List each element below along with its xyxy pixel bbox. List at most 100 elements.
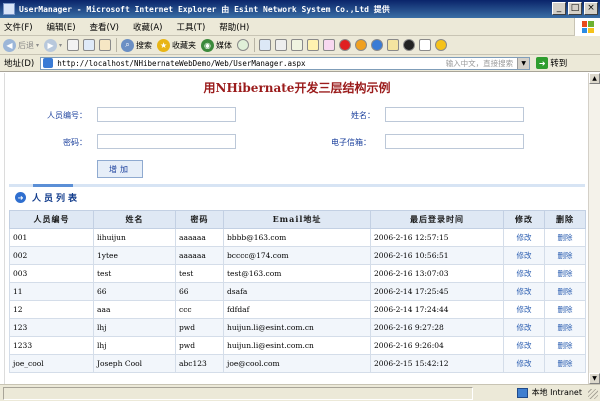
column-header-id: 人员编号: [9, 210, 94, 229]
delete-link[interactable]: 删除: [544, 246, 586, 265]
address-bar: 地址(D) http://localhost/NHibernateWebDemo…: [0, 55, 600, 72]
print-icon[interactable]: [275, 39, 288, 51]
folder-icon[interactable]: [307, 39, 320, 51]
cell-email: huijun.li@esint.com.cn: [223, 336, 371, 355]
edit-link[interactable]: 修改: [503, 336, 545, 355]
addon-red-icon[interactable]: [339, 39, 352, 51]
page-content: 用NHibernate开发三层结构示例 人员编号： 姓名： 密码： 电子信箱： …: [4, 73, 588, 384]
refresh-icon[interactable]: [83, 39, 96, 51]
zone-label: 本地 Intranet: [531, 388, 582, 397]
edit-icon[interactable]: [291, 39, 304, 51]
toolbar-separator: [254, 38, 256, 52]
cell-password: pwd: [175, 318, 224, 337]
table-row: 123 lhj pwd huijun.li@esint.com.cn 2006-…: [9, 318, 586, 337]
search-hint: 输入中文，直接搜索: [445, 58, 514, 68]
cell-email: dsafa: [223, 282, 371, 301]
addon-blue-icon[interactable]: [371, 39, 384, 51]
cell-name: 66: [93, 282, 176, 301]
user-id-input[interactable]: [97, 107, 236, 122]
addon-orange-icon[interactable]: [355, 39, 368, 51]
table-row: joe_cool Joseph Cool abc123 joe@cool.com…: [9, 354, 586, 373]
cell-email: bcccc@174.com: [223, 246, 371, 265]
back-label: 后退: [18, 40, 34, 50]
favorites-label: 收藏夹: [172, 40, 197, 50]
back-button[interactable]: ◀ 后退 ▾: [3, 38, 39, 52]
vertical-scrollbar[interactable]: ▲ ▼: [588, 73, 600, 384]
menu-favorites[interactable]: 收藏(A): [133, 21, 162, 33]
edit-link[interactable]: 修改: [503, 282, 545, 301]
delete-link[interactable]: 删除: [544, 300, 586, 319]
close-button[interactable]: ×: [584, 2, 598, 15]
menu-file[interactable]: 文件(F): [4, 21, 33, 33]
home-icon[interactable]: [99, 39, 112, 51]
column-header-last-login: 最后登录时间: [370, 210, 504, 229]
menu-help[interactable]: 帮助(H): [219, 21, 249, 33]
search-button[interactable]: ⌕ 搜索: [121, 38, 152, 52]
name-label: 姓名：: [351, 111, 375, 120]
toolbar-separator: [116, 38, 118, 52]
messenger-icon[interactable]: [323, 39, 336, 51]
go-arrow-icon: ➜: [536, 57, 549, 69]
addon-yellow-icon[interactable]: [387, 39, 400, 51]
minimize-button[interactable]: _: [552, 2, 566, 15]
cell-last-login: 2006-2-15 15:42:12: [370, 354, 504, 373]
edit-link[interactable]: 修改: [503, 264, 545, 283]
delete-link[interactable]: 删除: [544, 336, 586, 355]
cell-last-login: 2006-2-16 9:26:04: [370, 336, 504, 355]
delete-link[interactable]: 删除: [544, 264, 586, 283]
edit-link[interactable]: 修改: [503, 228, 545, 247]
back-dropdown-icon[interactable]: ▾: [36, 42, 39, 49]
delete-link[interactable]: 删除: [544, 354, 586, 373]
qq-icon[interactable]: [403, 39, 416, 51]
delete-link[interactable]: 删除: [544, 228, 586, 247]
mail-icon[interactable]: [259, 39, 272, 51]
menu-view[interactable]: 查看(V): [90, 21, 119, 33]
addon-white-icon[interactable]: [419, 39, 432, 51]
address-field[interactable]: http://localhost/NHibernateWebDemo/Web/U…: [40, 56, 531, 70]
column-header-password: 密码: [175, 210, 224, 229]
forward-button[interactable]: ▶ ▾: [44, 38, 62, 52]
cell-name: lihuijun: [93, 228, 176, 247]
column-header-edit: 修改: [503, 210, 545, 229]
window-title: UserManager - Microsoft Internet Explore…: [19, 4, 390, 14]
email-input[interactable]: [385, 134, 524, 149]
forward-dropdown-icon[interactable]: ▾: [59, 42, 62, 49]
column-header-email: Email地址: [223, 210, 371, 229]
delete-link[interactable]: 删除: [544, 282, 586, 301]
edit-link[interactable]: 修改: [503, 318, 545, 337]
cell-email: huijun.li@esint.com.cn: [223, 318, 371, 337]
scroll-down-icon[interactable]: ▼: [589, 373, 600, 384]
media-button[interactable]: ◉ 媒体: [201, 38, 232, 52]
cell-password: aaaaaa: [175, 228, 224, 247]
cell-user-id: 12: [9, 300, 94, 319]
favorites-button[interactable]: ★ 收藏夹: [157, 38, 197, 52]
go-label: 转到: [550, 59, 568, 69]
scroll-up-icon[interactable]: ▲: [589, 73, 600, 84]
smiley-icon[interactable]: [435, 39, 448, 51]
name-input[interactable]: [385, 107, 524, 122]
cell-password: ccc: [175, 300, 224, 319]
edit-link[interactable]: 修改: [503, 300, 545, 319]
edit-link[interactable]: 修改: [503, 354, 545, 373]
arrow-circle-icon: ➜: [15, 192, 26, 203]
cell-email: fdfdaf: [223, 300, 371, 319]
delete-link[interactable]: 删除: [544, 318, 586, 337]
cell-password: pwd: [175, 336, 224, 355]
password-input[interactable]: [97, 134, 236, 149]
stop-icon[interactable]: [67, 39, 80, 51]
add-button[interactable]: 增加: [97, 160, 143, 178]
window-title-bar[interactable]: UserManager - Microsoft Internet Explore…: [0, 0, 600, 18]
resize-grip-icon[interactable]: [588, 389, 598, 399]
cell-email: joe@cool.com: [223, 354, 371, 373]
edit-link[interactable]: 修改: [503, 246, 545, 265]
address-url[interactable]: http://localhost/NHibernateWebDemo/Web/U…: [57, 59, 305, 68]
menu-tools[interactable]: 工具(T): [176, 21, 205, 33]
menu-edit[interactable]: 编辑(E): [47, 21, 76, 33]
history-icon[interactable]: [237, 39, 250, 51]
address-dropdown-icon[interactable]: ▼: [517, 57, 530, 69]
cell-user-id: 1233: [9, 336, 94, 355]
go-button[interactable]: ➜ 转到: [536, 57, 567, 69]
cell-user-id: 11: [9, 282, 94, 301]
maximize-button[interactable]: □: [568, 2, 582, 15]
security-zone: 本地 Intranet: [516, 387, 582, 398]
